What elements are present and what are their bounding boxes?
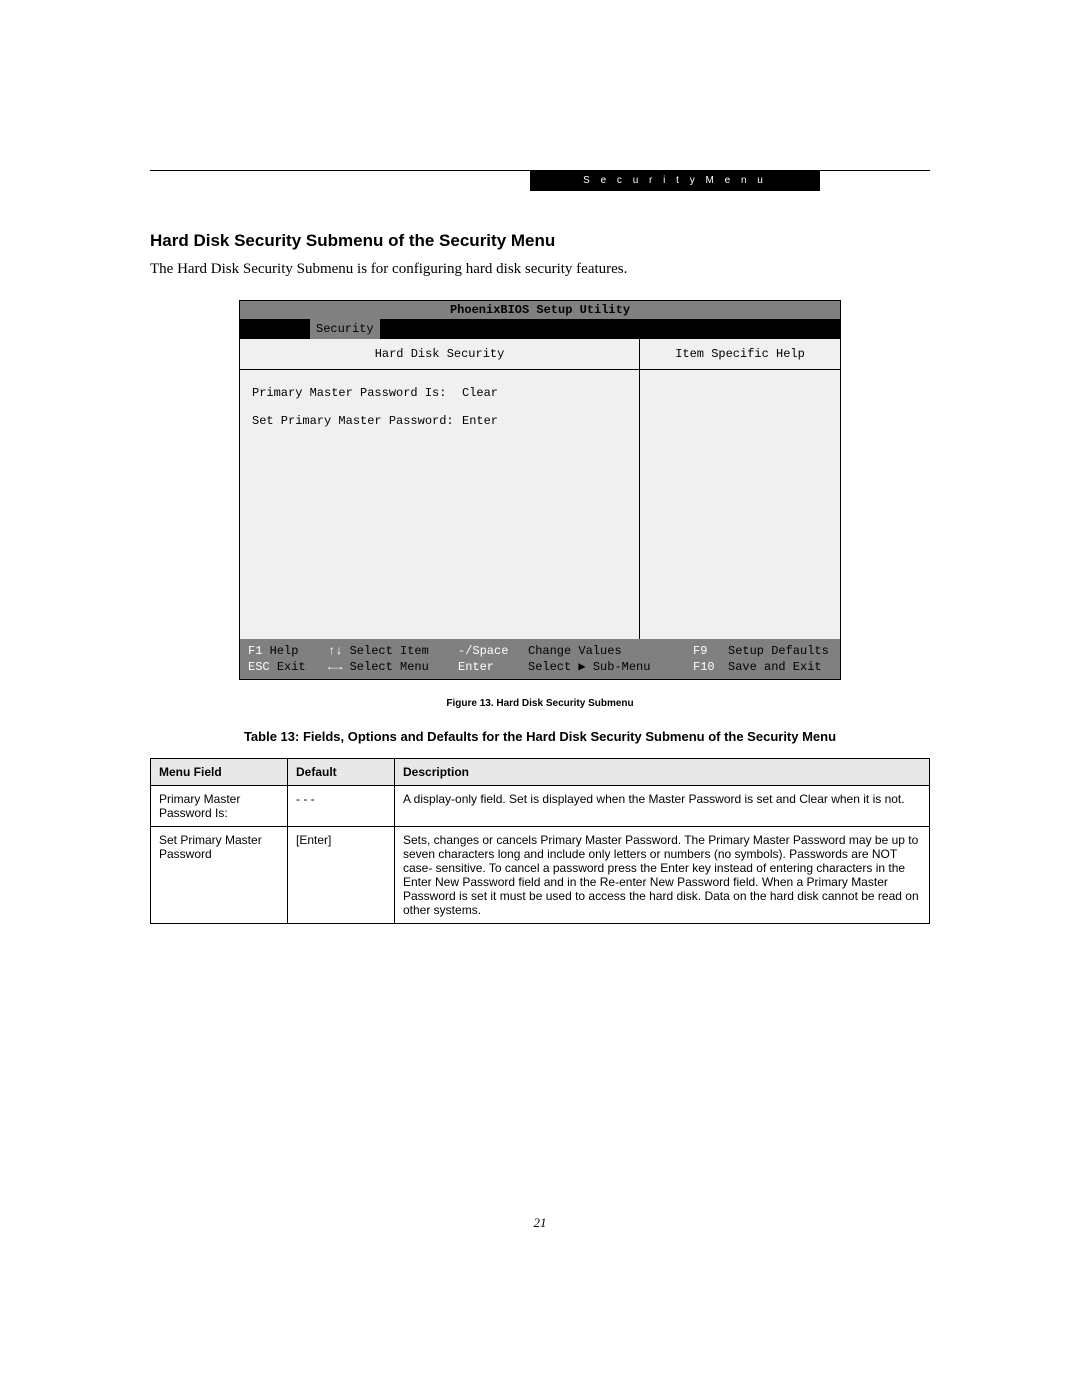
cell-field: Primary Master Password Is: (151, 786, 288, 827)
page-heading: Hard Disk Security Submenu of the Securi… (150, 231, 930, 251)
key-arrows-ud: ↑↓ (328, 644, 342, 658)
cell-field: Set Primary Master Password (151, 827, 288, 924)
key-space-label: Change Values (528, 644, 622, 658)
key-enter: Enter (458, 660, 494, 674)
key-enter-label: Select ▶ Sub-Menu (528, 660, 650, 674)
bios-row-value: Enter (462, 414, 498, 428)
bios-row-value: Clear (462, 386, 498, 400)
bios-tab-security: Security (310, 319, 380, 339)
key-f9: F9 (693, 644, 707, 658)
key-f10: F10 (693, 660, 715, 674)
bios-menubar: Security (240, 319, 840, 339)
bios-row: Primary Master Password Is: Clear (252, 386, 627, 400)
th-description: Description (395, 759, 930, 786)
key-arrows-ud-label: Select Item (350, 644, 429, 658)
page-number: 21 (0, 1215, 1080, 1231)
key-esc: ESC (248, 660, 270, 674)
table-row: Primary Master Password Is: - - - A disp… (151, 786, 930, 827)
cell-default: [Enter] (288, 827, 395, 924)
cell-default: - - - (288, 786, 395, 827)
cell-desc: Sets, changes or cancels Primary Master … (395, 827, 930, 924)
key-arrows-lr: ←→ (328, 660, 342, 674)
key-f1: F1 (248, 644, 262, 658)
table-row: Set Primary Master Password [Enter] Sets… (151, 827, 930, 924)
key-f10-label: Save and Exit (728, 660, 822, 674)
key-arrows-lr-label: Select Menu (350, 660, 429, 674)
key-f1-label: Help (270, 644, 299, 658)
table-caption: Table 13: Fields, Options and Defaults f… (150, 729, 930, 744)
bios-title: PhoenixBIOS Setup Utility (240, 301, 840, 319)
key-esc-label: Exit (277, 660, 306, 674)
key-space: -/Space (458, 644, 508, 658)
bios-row-label: Set Primary Master Password: (252, 414, 462, 428)
fields-table: Menu Field Default Description Primary M… (150, 758, 930, 924)
th-default: Default (288, 759, 395, 786)
bios-screenshot: PhoenixBIOS Setup Utility Security Hard … (239, 300, 841, 680)
bios-row: Set Primary Master Password: Enter (252, 414, 627, 428)
bios-footer: F1 Help ↑↓ Select Item -/Space Change Va… (240, 639, 840, 679)
bios-left-heading: Hard Disk Security (240, 339, 639, 370)
key-f9-label: Setup Defaults (728, 644, 829, 658)
cell-desc: A display-only field. Set is displayed w… (395, 786, 930, 827)
intro-text: The Hard Disk Security Submenu is for co… (150, 261, 930, 278)
section-header: S e c u r i t y M e n u (530, 171, 820, 191)
bios-row-label: Primary Master Password Is: (252, 386, 462, 400)
th-menu-field: Menu Field (151, 759, 288, 786)
figure-caption: Figure 13. Hard Disk Security Submenu (150, 698, 930, 709)
bios-right-heading: Item Specific Help (640, 339, 840, 370)
